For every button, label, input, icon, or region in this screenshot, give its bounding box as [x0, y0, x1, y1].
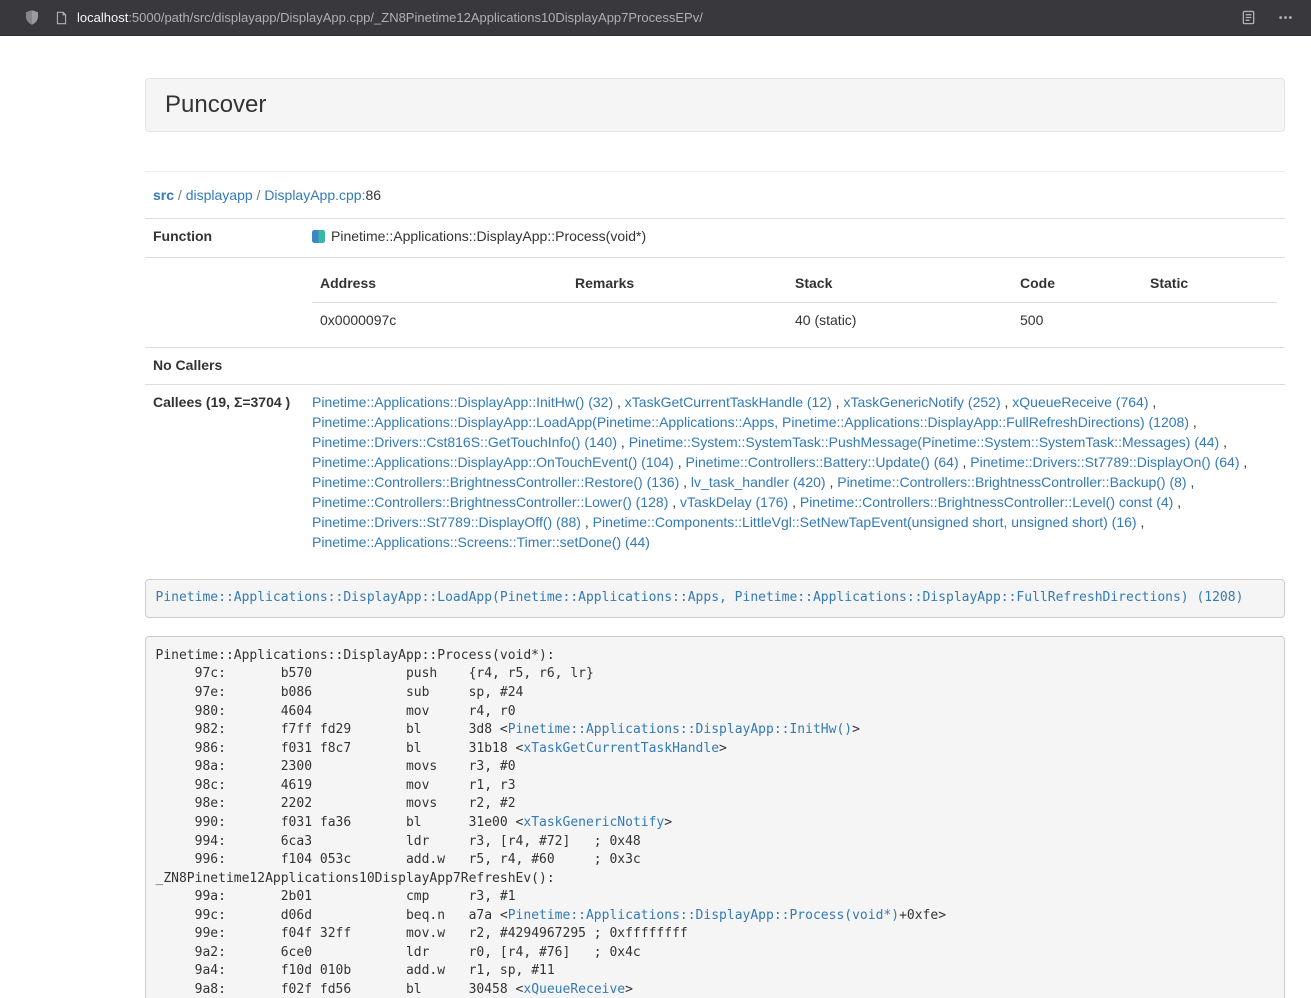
- callees-label: Callees (19, Σ=3704 ): [145, 384, 304, 560]
- no-callers-row: No Callers: [145, 347, 1285, 384]
- callee-link[interactable]: vTaskDelay (176): [680, 494, 788, 510]
- callee-link[interactable]: Pinetime::Drivers::St7789::DisplayOn() (…: [970, 454, 1239, 470]
- url-text: localhost:5000/path/src/displayapp/Displ…: [77, 10, 703, 25]
- callee-link[interactable]: Pinetime::Applications::DisplayApp::OnTo…: [312, 454, 674, 470]
- breadcrumb: src / displayapp / DisplayApp.cpp:86: [145, 185, 1285, 205]
- breadcrumb-link[interactable]: DisplayApp.cpp:: [264, 187, 365, 203]
- disasm-symbol-link[interactable]: xQueueReceive: [523, 982, 625, 997]
- callee-link[interactable]: Pinetime::Applications::Screens::Timer::…: [312, 534, 650, 550]
- callee-link[interactable]: Pinetime::System::SystemTask::PushMessag…: [629, 434, 1220, 450]
- page-actions-menu-icon[interactable]: [1278, 10, 1293, 25]
- no-callers-cell: [304, 347, 1285, 384]
- stats-header-row: Address Remarks Stack Code Static: [312, 266, 1277, 302]
- breadcrumb-separator: /: [253, 187, 265, 203]
- callee-link[interactable]: Pinetime::Controllers::BrightnessControl…: [312, 494, 668, 510]
- breadcrumb-separator: /: [174, 187, 186, 203]
- stats-header-remarks: Remarks: [567, 266, 787, 302]
- stats-table: Address Remarks Stack Code Static 0x0000…: [312, 266, 1277, 339]
- stats-header-code: Code: [1012, 266, 1142, 302]
- callee-link[interactable]: Pinetime::Drivers::Cst816S::GetTouchInfo…: [312, 434, 617, 450]
- url-bar[interactable]: localhost:5000/path/src/displayapp/Displ…: [55, 10, 1241, 25]
- callee-link[interactable]: Pinetime::Controllers::Battery::Update()…: [686, 454, 959, 470]
- url-host: localhost: [77, 10, 128, 25]
- toolbar-actions: [1241, 10, 1299, 25]
- app-header-panel: Puncover: [145, 78, 1285, 132]
- stats-stack-value: 40 (static): [787, 302, 1012, 338]
- stats-header-static: Static: [1142, 266, 1277, 302]
- disassembly-pre: Pinetime::Applications::DisplayApp::Proc…: [145, 636, 1285, 998]
- symbol-stack-pre: Pinetime::Applications::DisplayApp::Load…: [145, 579, 1285, 619]
- callee-link[interactable]: Pinetime::Controllers::BrightnessControl…: [800, 494, 1173, 510]
- callee-link[interactable]: Pinetime::Drivers::St7789::DisplayOff() …: [312, 514, 581, 530]
- puncover-page: Puncover src / displayapp / DisplayApp.c…: [145, 36, 1285, 998]
- page-info-icon[interactable]: [55, 11, 68, 25]
- load-app-symbol-link[interactable]: Pinetime::Applications::DisplayApp::Load…: [156, 590, 1244, 605]
- breadcrumb-line-number: 86: [365, 187, 381, 203]
- function-detail-table: Function Pinetime::Applications::Display…: [145, 218, 1285, 561]
- callee-link[interactable]: xQueueReceive (764): [1012, 394, 1148, 410]
- callee-link[interactable]: Pinetime::Applications::DisplayApp::Init…: [312, 394, 613, 410]
- disasm-symbol-link[interactable]: xTaskGetCurrentTaskHandle: [523, 741, 719, 756]
- stats-values-row: 0x0000097c 40 (static) 500: [312, 302, 1277, 338]
- stats-cell: Address Remarks Stack Code Static 0x0000…: [304, 257, 1285, 347]
- disasm-symbol-link[interactable]: Pinetime::Applications::DisplayApp::Init…: [508, 722, 852, 737]
- no-callers-label: No Callers: [145, 347, 304, 384]
- function-name: Pinetime::Applications::DisplayApp::Proc…: [331, 228, 646, 244]
- breadcrumb-link[interactable]: src: [153, 187, 174, 203]
- stats-header-stack: Stack: [787, 266, 1012, 302]
- callees-list: Pinetime::Applications::DisplayApp::Init…: [304, 384, 1285, 560]
- callee-link[interactable]: Pinetime::Applications::DisplayApp::Load…: [312, 414, 1189, 430]
- function-name-cell: Pinetime::Applications::DisplayApp::Proc…: [304, 219, 1285, 258]
- callee-link[interactable]: Pinetime::Controllers::BrightnessControl…: [312, 474, 679, 490]
- callee-link[interactable]: Pinetime::Controllers::BrightnessControl…: [837, 474, 1186, 490]
- url-path: :5000/path/src/displayapp/DisplayApp.cpp…: [128, 10, 703, 25]
- callee-link[interactable]: xTaskGetCurrentTaskHandle (12): [625, 394, 832, 410]
- reader-view-icon[interactable]: [1241, 10, 1256, 25]
- disasm-symbol-link[interactable]: Pinetime::Applications::DisplayApp::Proc…: [508, 908, 899, 923]
- breadcrumb-link[interactable]: displayapp: [186, 187, 253, 203]
- stats-address-value: 0x0000097c: [312, 302, 567, 338]
- stats-static-value: [1142, 302, 1277, 338]
- stats-header-address: Address: [312, 266, 567, 302]
- callee-link[interactable]: xTaskGenericNotify (252): [843, 394, 1000, 410]
- disasm-symbol-link[interactable]: xTaskGenericNotify: [523, 815, 664, 830]
- function-type-icon: [312, 229, 325, 249]
- stats-row-label: [145, 257, 304, 347]
- stats-code-value: 500: [1012, 302, 1142, 338]
- function-label: Function: [145, 219, 304, 258]
- tracking-shield-icon[interactable]: [24, 9, 40, 26]
- stats-row: Address Remarks Stack Code Static 0x0000…: [145, 257, 1285, 347]
- function-row: Function Pinetime::Applications::Display…: [145, 219, 1285, 258]
- stats-remarks-value: [567, 302, 787, 338]
- callee-link[interactable]: lv_task_handler (420): [691, 474, 826, 490]
- callees-row: Callees (19, Σ=3704 ) Pinetime::Applicat…: [145, 384, 1285, 560]
- divider: [145, 171, 1285, 172]
- app-title: Puncover: [165, 89, 1265, 121]
- callee-link[interactable]: Pinetime::Components::LittleVgl::SetNewT…: [593, 514, 1137, 530]
- browser-toolbar: localhost:5000/path/src/displayapp/Displ…: [0, 0, 1311, 36]
